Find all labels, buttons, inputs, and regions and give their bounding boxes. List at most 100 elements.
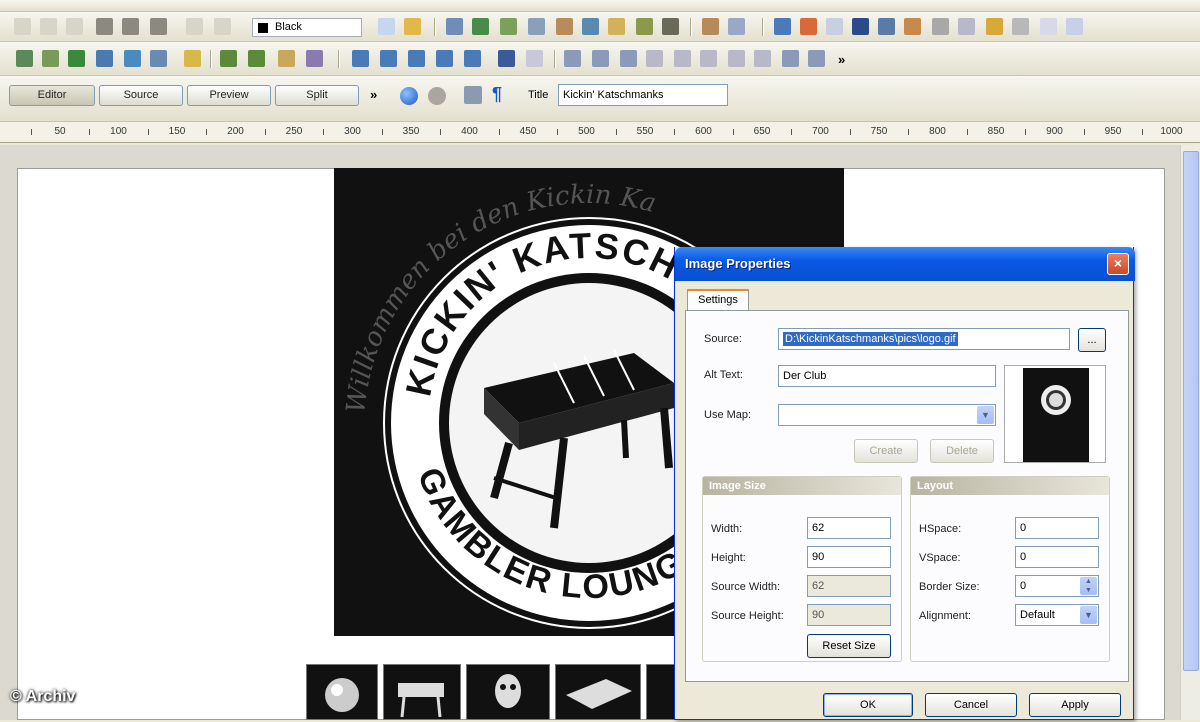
page-title-input[interactable]: Kickin' Katschmanks (558, 84, 728, 106)
outdent-icon[interactable] (214, 18, 231, 35)
globe-icon[interactable] (472, 18, 489, 35)
table-props-icon[interactable] (564, 50, 581, 67)
reset-size-button[interactable]: Reset Size (807, 634, 891, 658)
highlight-icon[interactable] (378, 18, 395, 35)
symbol-icon[interactable] (1012, 18, 1029, 35)
vspace-input[interactable]: 0 (1015, 546, 1099, 568)
properties-icon[interactable] (464, 86, 482, 104)
find-icon[interactable] (728, 18, 745, 35)
radio-icon[interactable] (700, 50, 717, 67)
indent-icon[interactable] (186, 18, 203, 35)
dialog-title-bar[interactable]: Image Properties × (675, 247, 1135, 281)
bookmark-icon[interactable] (528, 18, 545, 35)
more-icon[interactable]: » (838, 52, 845, 67)
checkbox-icon[interactable] (674, 50, 691, 67)
form-button-icon[interactable] (16, 50, 33, 67)
mode-editor-button[interactable]: Editor (9, 85, 95, 106)
close-icon[interactable]: × (1107, 253, 1129, 275)
source-input[interactable]: D:\KickinKatschmanks\pics\logo.gif (778, 328, 1070, 350)
insert-column-icon[interactable] (464, 50, 481, 67)
apply-button[interactable]: Apply (1029, 693, 1121, 717)
gear-icon[interactable] (958, 18, 975, 35)
thumbnail-image[interactable] (555, 664, 641, 720)
alt-text-input[interactable]: Der Club (778, 365, 996, 387)
bold-icon[interactable] (14, 18, 31, 35)
text-color-select[interactable]: Black (252, 18, 362, 37)
underline-icon[interactable] (66, 18, 83, 35)
scrollbar-thumb[interactable] (1183, 151, 1199, 671)
table-icon[interactable] (446, 18, 463, 35)
record-icon[interactable] (428, 87, 446, 105)
bookmark-blue-icon[interactable] (852, 18, 869, 35)
image-icon[interactable] (774, 18, 791, 35)
cancel-button[interactable]: Cancel (925, 693, 1017, 717)
layer-icon[interactable] (904, 18, 921, 35)
print-icon[interactable] (1040, 18, 1057, 35)
tab-settings[interactable]: Settings (687, 289, 749, 311)
height-input[interactable]: 90 (807, 546, 891, 568)
delete-map-button[interactable]: Delete (930, 439, 994, 463)
border-size-stepper[interactable]: 0 ▲ ▼ (1015, 575, 1099, 597)
align-center-icon[interactable] (122, 18, 139, 35)
width-input[interactable]: 62 (807, 517, 891, 539)
wand-icon[interactable] (184, 50, 201, 67)
textarea-icon[interactable] (728, 50, 745, 67)
list-icon[interactable] (96, 50, 113, 67)
create-map-button[interactable]: Create (854, 439, 918, 463)
object-icon[interactable] (608, 18, 625, 35)
browser-preview-icon[interactable] (400, 87, 418, 105)
spellcheck-icon[interactable] (702, 18, 719, 35)
edit-icon[interactable] (306, 50, 323, 67)
rotate-icon[interactable] (150, 50, 167, 67)
frame-icon[interactable] (498, 50, 515, 67)
anchor-icon[interactable] (932, 18, 949, 35)
mode-preview-button[interactable]: Preview (187, 85, 271, 106)
scissors-icon[interactable] (556, 18, 573, 35)
definition-icon[interactable] (278, 50, 295, 67)
thumbnail-image[interactable] (383, 664, 461, 720)
paragraph-icon[interactable]: ¶ (492, 84, 502, 105)
form-icon[interactable] (582, 18, 599, 35)
align-left-icon[interactable] (96, 18, 113, 35)
document-icon[interactable] (826, 18, 843, 35)
thumbnail-image[interactable] (646, 664, 676, 720)
image-button-icon[interactable] (808, 50, 825, 67)
crop-icon[interactable] (124, 50, 141, 67)
ok-button[interactable]: OK (823, 693, 913, 717)
grid-icon[interactable] (352, 50, 369, 67)
clipboard-icon[interactable] (986, 18, 1003, 35)
dropdown-icon[interactable] (646, 50, 663, 67)
merge-icon[interactable] (380, 50, 397, 67)
media-icon[interactable] (662, 18, 679, 35)
window-icon[interactable] (526, 50, 543, 67)
link-icon[interactable] (500, 18, 517, 35)
mode-split-button[interactable]: Split (275, 85, 359, 106)
file-field-icon[interactable] (782, 50, 799, 67)
split-cell-icon[interactable] (408, 50, 425, 67)
brush-icon[interactable] (68, 50, 85, 67)
flash-icon[interactable] (800, 18, 817, 35)
hspace-input[interactable]: 0 (1015, 517, 1099, 539)
use-map-select[interactable]: ▼ (778, 404, 996, 426)
thumbnail-image[interactable] (306, 664, 378, 720)
template-icon[interactable] (878, 18, 895, 35)
align-right-icon[interactable] (150, 18, 167, 35)
pencil-icon[interactable] (42, 50, 59, 67)
chevron-down-icon[interactable]: ▼ (1080, 606, 1097, 624)
chevron-down-icon[interactable]: ▼ (977, 406, 994, 424)
browse-button[interactable]: ... (1078, 328, 1106, 352)
vertical-scrollbar[interactable] (1180, 145, 1200, 720)
mode-more-icon[interactable]: » (370, 87, 377, 102)
unordered-list-icon[interactable] (248, 50, 265, 67)
help-icon[interactable] (1066, 18, 1083, 35)
hidden-field-icon[interactable] (754, 50, 771, 67)
alignment-select[interactable]: Default ▼ (1015, 604, 1099, 626)
textbox-icon[interactable] (592, 50, 609, 67)
plugin-icon[interactable] (636, 18, 653, 35)
italic-icon[interactable] (40, 18, 57, 35)
stepper-arrows-icon[interactable]: ▲ ▼ (1080, 577, 1097, 595)
mode-source-button[interactable]: Source (99, 85, 183, 106)
insert-row-icon[interactable] (436, 50, 453, 67)
thumbnail-image[interactable] (466, 664, 550, 720)
button-icon[interactable] (620, 50, 637, 67)
